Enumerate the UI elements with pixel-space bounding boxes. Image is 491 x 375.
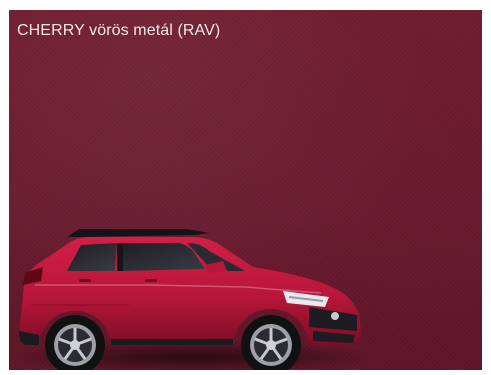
color-swatch-panel: CHERRY vörös metál (RAV)	[9, 10, 482, 370]
color-name-label: CHERRY vörös metál (RAV)	[17, 22, 221, 39]
suv-car-image	[9, 229, 369, 370]
